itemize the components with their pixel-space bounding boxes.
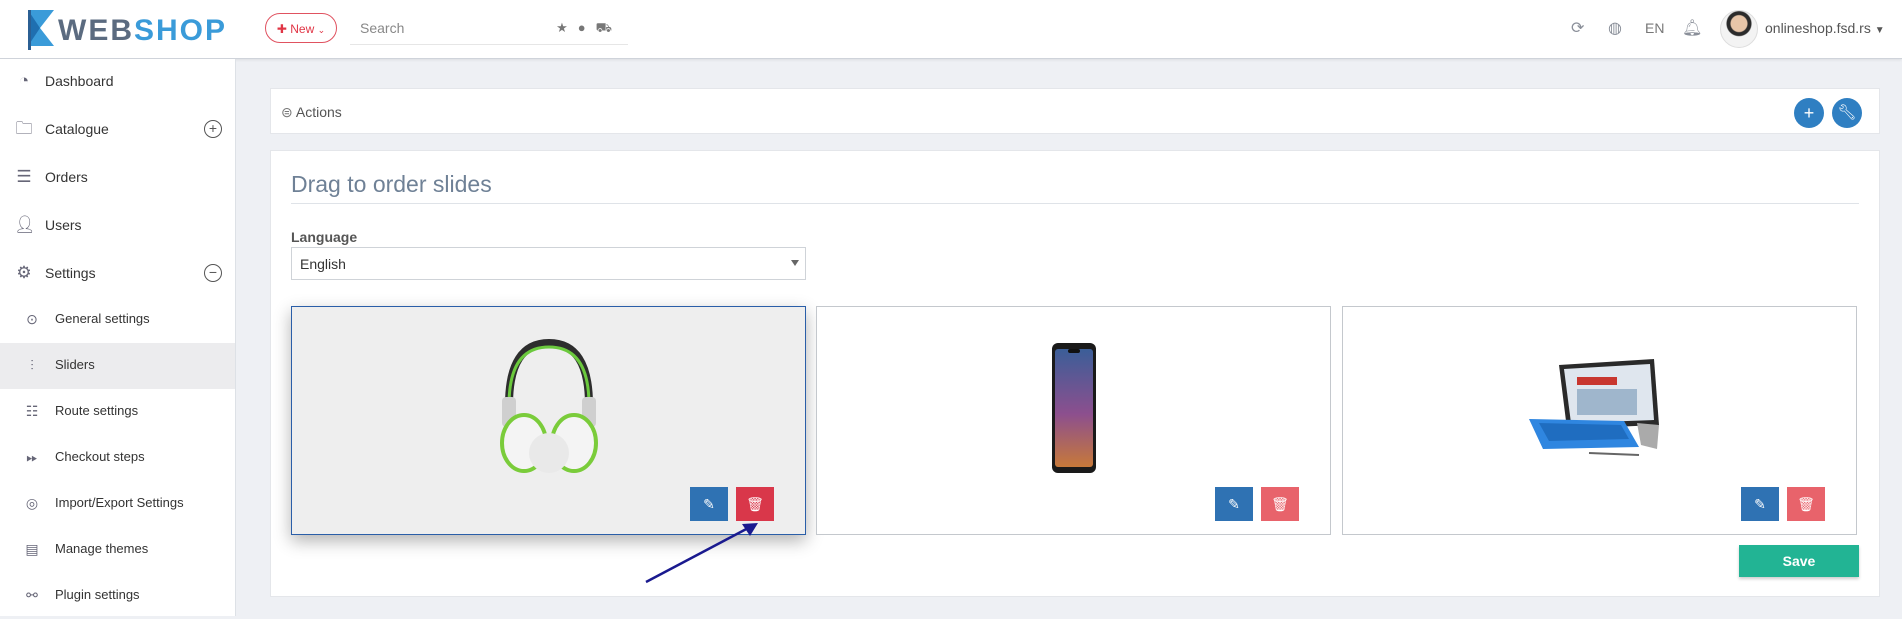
edit-slide-button[interactable]: ✎ <box>690 487 728 521</box>
chevron-down-icon: ⌄ <box>317 25 326 35</box>
search-input[interactable]: Search <box>360 20 404 36</box>
delete-slide-button[interactable]: 🗑︎ <box>1261 487 1299 521</box>
slide-card-phone[interactable]: ✎ 🗑︎ <box>816 306 1331 535</box>
phone-image <box>1052 343 1096 473</box>
slide-card-tablet[interactable]: ✎ 🗑︎ <box>1342 306 1857 535</box>
plus-icon: ✚ <box>276 22 287 36</box>
account-name: onlineshop.fsd.rs <box>1765 20 1871 36</box>
sidebar-item-users[interactable]: 👤︎ Users <box>0 203 235 249</box>
caret-down-icon <box>791 260 799 266</box>
sidebar-item-label: Route settings <box>55 403 139 418</box>
sidebar-item-label: Plugin settings <box>55 587 140 602</box>
sidebar-item-settings[interactable]: ⚙ Settings − <box>0 251 235 297</box>
refresh-icon[interactable]: ⟳ <box>1571 18 1584 38</box>
user-icon[interactable]: ● <box>578 20 596 35</box>
account-menu[interactable]: onlineshop.fsd.rs ▼ <box>1765 20 1885 36</box>
actions-label: Actions <box>295 104 342 120</box>
headphones-image <box>500 338 598 473</box>
pencil-icon: ✎ <box>1228 496 1240 512</box>
sidebar-item-label: Orders <box>45 169 88 185</box>
dashboard-gauge-icon: ◔ <box>18 71 30 90</box>
trash-icon: 🗑︎ <box>746 496 764 512</box>
sidebar-item-dashboard[interactable]: ◔ Dashboard <box>0 59 235 105</box>
language-select-value: English <box>300 256 346 272</box>
search-bar[interactable]: Search ★●⛟ <box>350 12 628 45</box>
collapse-minus-icon[interactable]: − <box>204 264 222 282</box>
divider <box>291 203 1859 204</box>
sliders-panel: Drag to order slides Language English ✎ … <box>270 150 1880 597</box>
themes-icon: ▤ <box>25 541 39 557</box>
sidebar-item-orders[interactable]: ☰ Orders <box>0 155 235 201</box>
language-code[interactable]: EN <box>1645 20 1664 36</box>
caret-down-icon: ▼ <box>1874 25 1885 36</box>
globe-icon[interactable]: ◍ <box>1608 18 1622 38</box>
sidebar-item-label: Users <box>45 217 82 233</box>
expand-plus-icon[interactable]: + <box>204 120 222 138</box>
webshop-logo[interactable]: WEBSHOP <box>26 10 225 50</box>
language-label: Language <box>291 229 358 245</box>
menu-circle-icon: ⊜ <box>281 104 293 120</box>
page-title: Drag to order slides <box>291 171 492 197</box>
bell-icon[interactable]: 🔔︎ <box>1682 18 1702 38</box>
sidebar-item-label: Import/Export Settings <box>55 495 184 510</box>
sidebar-item-checkout-steps[interactable]: ⏩︎ Checkout steps <box>0 435 235 481</box>
new-button[interactable]: ✚ New ⌄ <box>265 13 337 43</box>
pencil-icon: ✎ <box>703 496 715 512</box>
sidebar-item-label: Settings <box>45 265 96 281</box>
edit-slide-button[interactable]: ✎ <box>1215 487 1253 521</box>
cart-icon[interactable]: ⛟ <box>596 20 622 35</box>
brand-name: WEBSHOP <box>58 14 228 47</box>
fast-forward-icon: ⏩︎ <box>26 449 38 465</box>
language-select[interactable]: English <box>291 247 806 280</box>
list-icon: ☰ <box>16 167 32 186</box>
gear-icon: ⚙ <box>16 263 32 282</box>
sidebar: ◔ Dashboard 🗀︎ Catalogue + ☰ Orders 👤︎ U… <box>0 59 236 616</box>
sidebar-item-label: Sliders <box>55 357 95 372</box>
avatar[interactable] <box>1720 10 1758 48</box>
sidebar-item-catalogue[interactable]: 🗀︎ Catalogue + <box>0 107 235 153</box>
sidebar-item-label: Dashboard <box>45 73 114 89</box>
sidebar-item-label: Checkout steps <box>55 449 145 464</box>
top-bar: WEBSHOP ✚ New ⌄ Search ★●⛟ ⟳ ◍ EN 🔔︎ onl… <box>0 0 1902 59</box>
users-icon: 👤︎ <box>14 215 36 234</box>
sidebar-item-manage-themes[interactable]: ▤ Manage themes <box>0 527 235 573</box>
sidebar-item-label: Catalogue <box>45 121 109 137</box>
trash-icon: 🗑︎ <box>1271 496 1289 512</box>
logo-flag-icon <box>28 10 54 50</box>
delete-slide-button[interactable]: 🗑︎ <box>1787 487 1825 521</box>
route-icon: ☷ <box>25 403 39 419</box>
actions-toggle[interactable]: ⊜ Actions <box>281 104 342 121</box>
sidebar-item-import-export-settings[interactable]: ◎ Import/Export Settings <box>0 481 235 527</box>
sidebar-item-route-settings[interactable]: ☷ Route settings <box>0 389 235 435</box>
actions-panel: ⊜ Actions + 🔧︎ <box>270 88 1880 134</box>
folder-icon: 🗀︎ <box>15 119 33 138</box>
import-export-icon: ◎ <box>25 495 39 511</box>
tablet-image <box>1529 359 1659 456</box>
plugin-icon: ⚯ <box>26 587 38 603</box>
settings-dial-icon: ⊙ <box>26 311 38 327</box>
sliders-icon: ⫶ <box>30 357 34 373</box>
plus-icon: + <box>1803 103 1815 123</box>
new-button-label: New <box>290 22 315 36</box>
wrench-icon: 🔧︎ <box>1837 104 1857 121</box>
delete-slide-button[interactable]: 🗑︎ <box>736 487 774 521</box>
save-button[interactable]: Save <box>1739 545 1859 577</box>
sidebar-item-label: General settings <box>55 311 150 326</box>
sidebar-item-general-settings[interactable]: ⊙ General settings <box>0 297 235 343</box>
trash-icon: 🗑︎ <box>1797 496 1815 512</box>
slide-card-headphones[interactable]: ✎ 🗑︎ <box>291 306 806 535</box>
add-slide-button[interactable]: + <box>1794 98 1824 128</box>
pencil-icon: ✎ <box>1754 496 1766 512</box>
edit-slide-button[interactable]: ✎ <box>1741 487 1779 521</box>
settings-wrench-button[interactable]: 🔧︎ <box>1832 98 1862 128</box>
sidebar-item-label: Manage themes <box>55 541 149 556</box>
sidebar-item-plugin-settings[interactable]: ⚯ Plugin settings <box>0 573 235 619</box>
sidebar-item-sliders[interactable]: ⫶ Sliders <box>0 343 235 389</box>
star-icon[interactable]: ★ <box>556 20 578 35</box>
